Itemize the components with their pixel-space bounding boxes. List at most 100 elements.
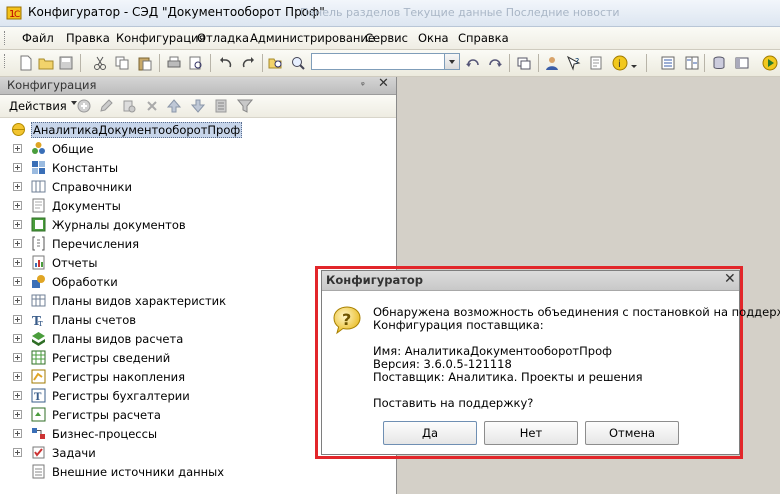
menu-edit[interactable]: Правка <box>66 31 110 45</box>
find-prev-icon[interactable] <box>465 55 481 71</box>
no-button[interactable]: Нет <box>484 421 578 445</box>
journals-icon <box>31 217 46 232</box>
expand-icon[interactable] <box>13 410 22 419</box>
new-file-icon[interactable] <box>18 55 34 71</box>
undo-icon[interactable] <box>218 55 234 71</box>
docs-icon[interactable] <box>588 55 604 71</box>
svg-text:т: т <box>38 319 43 327</box>
user-icon[interactable] <box>544 55 560 71</box>
expand-icon[interactable] <box>13 258 22 267</box>
filter-icon[interactable] <box>237 98 253 114</box>
info-dropdown-icon[interactable] <box>629 55 639 71</box>
question-icon: ? <box>333 306 361 335</box>
copy-icon[interactable] <box>114 55 130 71</box>
tree-item-external-data-sources[interactable]: Внешние источники данных <box>0 462 396 481</box>
expand-icon[interactable] <box>13 315 22 324</box>
info-icon[interactable]: i <box>612 55 628 71</box>
calculation-registers-icon <box>31 407 46 422</box>
module-icon[interactable] <box>734 55 750 71</box>
find-next-icon[interactable] <box>487 55 503 71</box>
expand-icon[interactable] <box>13 334 22 343</box>
tree-item-enums[interactable]: Перечисления <box>0 234 396 253</box>
copy-item-icon[interactable] <box>121 98 137 114</box>
panel-title: Конфигурация <box>7 78 97 92</box>
menu-help[interactable]: Справка <box>458 31 509 45</box>
compare-icon[interactable] <box>684 55 700 71</box>
menu-bar: Файл Правка Конфигурация Отладка Админис… <box>0 27 780 50</box>
panel-close-icon[interactable]: ✕ <box>378 76 389 91</box>
expand-icon[interactable] <box>13 163 22 172</box>
accounting-registers-icon: Т <box>31 388 46 403</box>
search-dropdown-button[interactable] <box>445 53 460 70</box>
find-in-folder-icon[interactable] <box>268 55 284 71</box>
menu-debug[interactable]: Отладка <box>197 31 249 45</box>
tree-item-documents[interactable]: Документы <box>0 196 396 215</box>
expand-icon[interactable] <box>13 220 22 229</box>
toolbar-grip <box>4 54 8 68</box>
sort-icon[interactable] <box>213 98 229 114</box>
expand-icon[interactable] <box>13 201 22 210</box>
paste-icon[interactable] <box>137 55 153 71</box>
delete-icon[interactable] <box>144 98 160 114</box>
search-input[interactable] <box>311 53 445 70</box>
tree-item-label: Отчеты <box>52 256 98 270</box>
business-processes-icon <box>32 428 45 439</box>
expand-icon[interactable] <box>13 353 22 362</box>
menu-service[interactable]: Сервис <box>365 31 408 45</box>
menu-file[interactable]: Файл <box>22 31 54 45</box>
dialog-close-icon[interactable]: ✕ <box>724 271 736 287</box>
expand-icon[interactable] <box>13 182 22 191</box>
panel-pin-icon[interactable]: ᵩ <box>361 78 365 88</box>
expand-icon[interactable] <box>13 429 22 438</box>
print-icon[interactable] <box>166 55 182 71</box>
menu-windows[interactable]: Окна <box>418 31 449 45</box>
move-down-icon[interactable] <box>190 98 206 114</box>
tree-item-label: Обработки <box>52 275 118 289</box>
tree-item-label: Регистры расчета <box>52 408 161 422</box>
print-preview-icon[interactable] <box>188 55 204 71</box>
tree-root[interactable]: АналитикаДокументооборотПроф <box>0 120 396 139</box>
expand-icon[interactable] <box>13 277 22 286</box>
run-debug-icon[interactable] <box>762 55 778 71</box>
add-icon[interactable] <box>76 98 92 114</box>
menu-administration[interactable]: Администрирование <box>250 31 375 45</box>
tree-item-label: Регистры бухгалтерии <box>52 389 190 403</box>
database-icon[interactable] <box>711 55 727 71</box>
redo-icon[interactable] <box>240 55 256 71</box>
processors-icon <box>32 275 45 288</box>
info-registers-icon <box>31 350 46 365</box>
open-folder-icon[interactable] <box>38 55 54 71</box>
config-list-icon[interactable] <box>660 55 676 71</box>
tree-item-document-journals[interactable]: Журналы документов <box>0 215 396 234</box>
tree-item-label: Бизнес-процессы <box>52 427 158 441</box>
windows-icon[interactable] <box>516 55 532 71</box>
tree-item-catalogs[interactable]: Справочники <box>0 177 396 196</box>
dialog-message: Обнаружена возможность объединения с пос… <box>373 305 780 319</box>
cancel-button[interactable]: Отмена <box>585 421 679 445</box>
tree-item-common[interactable]: Общие <box>0 139 396 158</box>
expand-icon[interactable] <box>13 372 22 381</box>
cut-icon[interactable] <box>92 55 108 71</box>
tree-item-label: Планы видов характеристик <box>52 294 227 308</box>
expand-icon[interactable] <box>13 144 22 153</box>
expand-icon[interactable] <box>13 296 22 305</box>
expand-icon[interactable] <box>13 239 22 248</box>
help-cursor-icon[interactable]: ? <box>566 55 582 71</box>
svg-text:i: i <box>618 59 621 70</box>
background-tabs: Панель разделов Текущие данные Последние… <box>300 6 620 19</box>
dialog-header: Конфигуратор ✕ <box>322 271 739 291</box>
move-up-icon[interactable] <box>166 98 182 114</box>
yes-button[interactable]: Да <box>383 421 477 445</box>
menu-configuration[interactable]: Конфигурация <box>116 31 205 45</box>
actions-menu-button[interactable]: Действия <box>9 99 77 113</box>
configurator-dialog: Конфигуратор ✕ ? Обнаружена возможность … <box>321 270 780 455</box>
svg-text:С: С <box>14 10 20 20</box>
expand-icon[interactable] <box>13 391 22 400</box>
svg-text:Т: Т <box>34 392 42 403</box>
expand-icon[interactable] <box>13 448 22 457</box>
edit-icon[interactable] <box>98 98 114 114</box>
search-icon[interactable] <box>290 55 306 71</box>
common-icon <box>32 142 45 154</box>
save-icon[interactable] <box>58 55 74 71</box>
tree-item-constants[interactable]: Константы <box>0 158 396 177</box>
